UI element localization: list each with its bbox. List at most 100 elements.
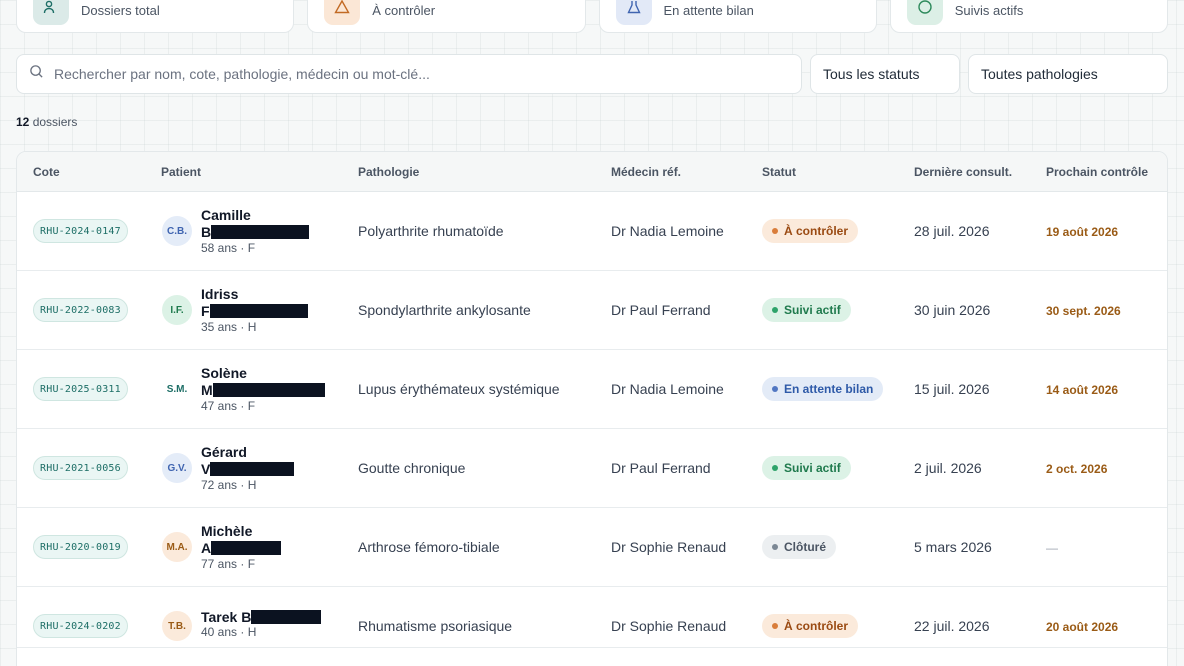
cote-badge[interactable]: RHU-2024-0147 — [33, 219, 128, 243]
status-filter-select[interactable]: Tous les statuts — [810, 54, 960, 94]
cote-badge[interactable]: RHU-2024-0202 — [33, 614, 128, 638]
avatar: T.B. — [162, 611, 192, 641]
next-check-cell: 19 août 2026 — [1046, 225, 1119, 239]
patient-last-initial: M — [201, 382, 213, 398]
status-badge: À contrôler — [762, 614, 859, 638]
stat-label: Suivis actifs — [954, 3, 1024, 18]
table-row[interactable]: RHU-2025-0311 S.M. Solène M 47 ans · F Lu… — [17, 350, 1167, 429]
stat-card-total[interactable]: Dossiers total — [16, 0, 295, 33]
pathology-cell: Lupus érythémateux systémique — [358, 381, 560, 397]
avatar: S.M. — [162, 374, 192, 404]
avatar: G.V. — [162, 453, 192, 483]
cote-badge[interactable]: RHU-2021-0056 — [33, 456, 128, 480]
column-header-doctor[interactable]: Médecin réf. — [611, 165, 681, 179]
cote-badge[interactable]: RHU-2022-0083 — [33, 298, 128, 322]
patient-name[interactable]: Gérard V — [201, 444, 341, 478]
status-dot — [772, 465, 778, 471]
patient-first-name: Solène — [201, 365, 247, 381]
pathology-cell: Spondylarthrite ankylosante — [358, 302, 531, 318]
doctor-cell: Dr Sophie Renaud — [611, 618, 727, 634]
redacted-surname — [211, 541, 282, 555]
column-header-next-check[interactable]: Prochain contrôle — [1046, 165, 1148, 179]
users-icon — [33, 0, 69, 25]
patient-name[interactable]: Camille B — [201, 207, 341, 241]
column-header-pathology[interactable]: Pathologie — [358, 165, 419, 179]
status-label: En attente bilan — [784, 382, 874, 396]
status-badge: Suivi actif — [762, 456, 851, 480]
stat-label: Dossiers total — [81, 3, 160, 18]
patient-last-initial: V — [201, 461, 211, 477]
status-dot — [772, 307, 778, 313]
patient-age-sex: 47 ans · F — [201, 399, 256, 413]
status-label: Suivi actif — [784, 303, 841, 317]
avatar: C.B. — [162, 216, 192, 246]
last-consult-cell: 28 juil. 2026 — [914, 223, 990, 239]
patients-table: Cote Patient Pathologie Médecin réf. Sta… — [16, 151, 1168, 666]
pathology-cell: Polyarthrite rhumatoïde — [358, 223, 504, 239]
pathology-cell: Goutte chronique — [358, 460, 466, 476]
patient-first-name: Gérard — [201, 444, 247, 460]
doctor-cell: Dr Sophie Renaud — [611, 539, 727, 555]
search-bar[interactable] — [16, 54, 802, 94]
status-badge: À contrôler — [762, 219, 859, 243]
patient-first-name: Camille — [201, 207, 251, 223]
patient-name[interactable]: Idriss F — [201, 286, 341, 320]
table-row[interactable]: RHU-2022-0083 I.F. Idriss F 35 ans · H Sp… — [17, 271, 1167, 350]
patient-name[interactable]: Michèle A — [201, 523, 341, 557]
doctor-cell: Dr Nadia Lemoine — [611, 223, 724, 239]
results-count-value: 12 — [16, 115, 30, 129]
stats-row: Dossiers total À contrôler En attente bi… — [16, 0, 1168, 33]
patient-age-sex: 35 ans · H — [201, 320, 257, 334]
table-body: RHU-2024-0147 C.B. Camille B 58 ans · F P… — [17, 192, 1167, 648]
flask-icon — [615, 0, 652, 25]
doctor-cell: Dr Paul Ferrand — [611, 302, 711, 318]
stat-card-active[interactable]: Suivis actifs — [889, 0, 1168, 33]
table-row[interactable]: RHU-2024-0147 C.B. Camille B 58 ans · F P… — [17, 192, 1167, 271]
column-header-status[interactable]: Statut — [762, 165, 796, 179]
redacted-surname — [251, 610, 322, 624]
column-header-cote[interactable]: Cote — [33, 165, 60, 179]
table-row[interactable]: RHU-2020-0019 M.A. Michèle A 77 ans · F A… — [17, 508, 1167, 587]
column-header-last-consult[interactable]: Dernière consult. — [914, 165, 1012, 179]
patient-last-initial: F — [201, 303, 210, 319]
patient-name[interactable]: Tarek B — [201, 609, 341, 626]
cote-badge[interactable]: RHU-2025-0311 — [33, 377, 128, 401]
patient-age-sex: 58 ans · F — [201, 241, 256, 255]
status-badge: Clôturé — [762, 535, 836, 559]
results-count-label: dossiers — [32, 115, 78, 129]
doctor-cell: Dr Paul Ferrand — [611, 460, 711, 476]
table-row[interactable]: RHU-2021-0056 G.V. Gérard V 72 ans · H Go… — [17, 429, 1167, 508]
pathology-filter-select[interactable]: Toutes pathologies — [968, 54, 1168, 94]
table-row[interactable]: RHU-2024-0202 T.B. Tarek B 40 ans · H Rh… — [17, 587, 1167, 648]
search-input[interactable] — [54, 66, 774, 82]
check-circle-icon — [906, 0, 943, 25]
status-dot — [772, 228, 778, 234]
warning-icon — [324, 0, 361, 25]
patient-first-name: Tarek B — [201, 609, 252, 625]
patient-age-sex: 72 ans · H — [201, 478, 257, 492]
cote-badge[interactable]: RHU-2020-0019 — [33, 535, 128, 559]
pathology-cell: Rhumatisme psoriasique — [358, 618, 513, 634]
last-consult-cell: 22 juil. 2026 — [914, 618, 990, 634]
next-check-cell: — — [1046, 541, 1058, 555]
status-label: À contrôler — [784, 619, 849, 633]
last-consult-cell: 30 juin 2026 — [914, 302, 991, 318]
results-count: 12 dossiers — [16, 115, 77, 129]
redacted-surname — [212, 383, 325, 397]
stat-label: À contrôler — [372, 3, 436, 18]
next-check-cell: 30 sept. 2026 — [1046, 304, 1121, 318]
redacted-surname — [209, 304, 308, 318]
column-header-patient[interactable]: Patient — [161, 165, 201, 179]
patient-name[interactable]: Solène M — [201, 365, 341, 399]
last-consult-cell: 15 juil. 2026 — [914, 381, 990, 397]
stat-card-to-check[interactable]: À contrôler — [307, 0, 586, 33]
status-badge: Suivi actif — [762, 298, 851, 322]
avatar: I.F. — [162, 295, 192, 325]
status-label: Clôturé — [784, 540, 826, 554]
next-check-cell: 2 oct. 2026 — [1046, 462, 1108, 476]
last-consult-cell: 2 juil. 2026 — [914, 460, 982, 476]
stat-label: En attente bilan — [663, 3, 754, 18]
status-dot — [772, 386, 778, 392]
redacted-surname — [210, 462, 295, 476]
stat-card-pending[interactable]: En attente bilan — [598, 0, 877, 33]
